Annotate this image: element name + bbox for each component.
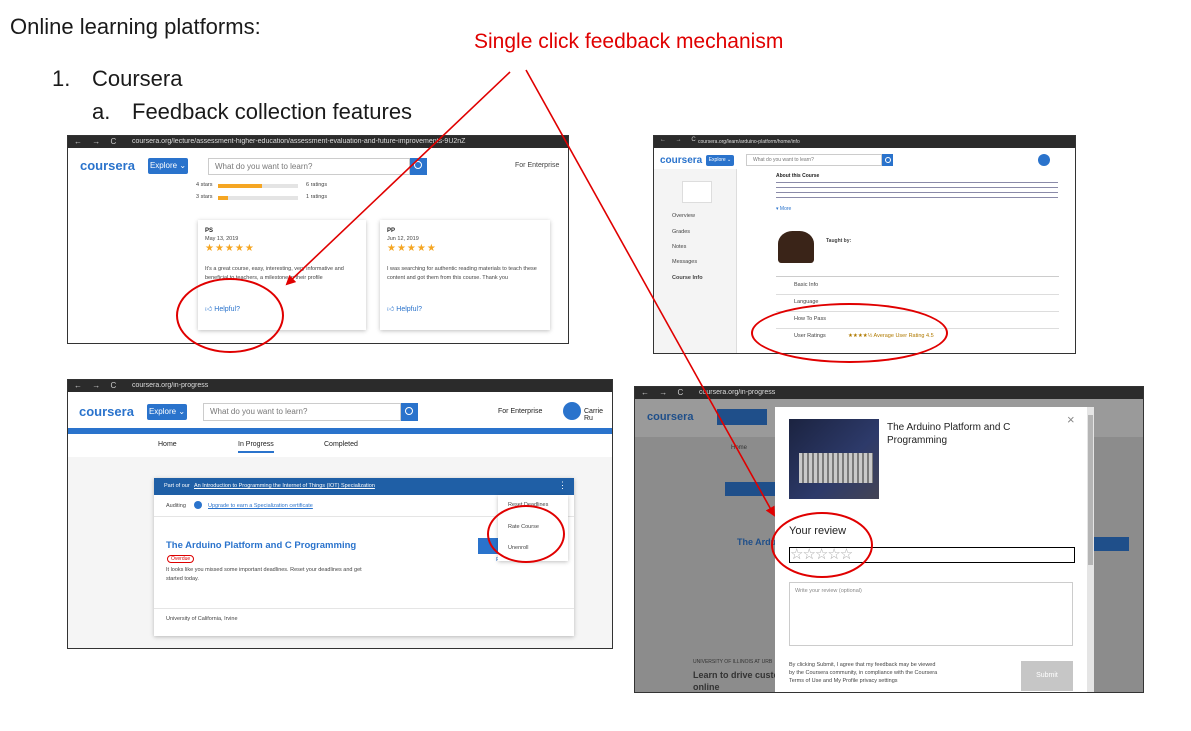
arrow-to-your-review bbox=[525, 69, 775, 517]
arrow-to-helpful bbox=[285, 71, 511, 286]
annotation-arrows bbox=[285, 69, 775, 517]
